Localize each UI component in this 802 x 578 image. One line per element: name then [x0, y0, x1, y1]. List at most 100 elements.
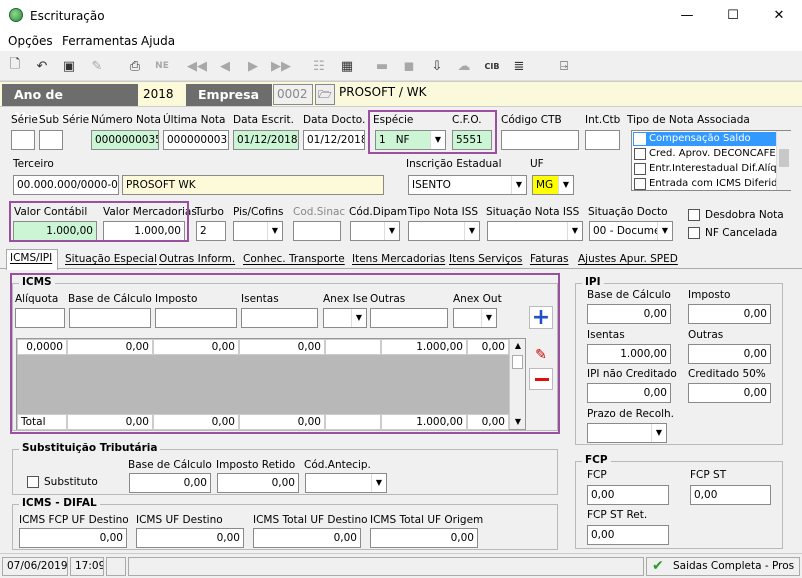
difal-fcp-field[interactable]: 0,00	[19, 528, 127, 548]
tipo-iss-select[interactable]: ▼	[408, 221, 480, 241]
cell-anex-out[interactable]: 0,00	[467, 339, 509, 355]
icms-isentas-field[interactable]	[241, 308, 318, 328]
chevron-down-icon[interactable]: ▼	[371, 474, 386, 492]
numero-nota-field[interactable]: 0000000035	[91, 130, 159, 150]
desdobra-checkbox[interactable]	[688, 209, 700, 221]
prev-icon[interactable]: ◀	[216, 57, 234, 75]
nfe-icon[interactable]: NE	[153, 57, 171, 75]
turbo-field[interactable]: 2	[196, 221, 226, 241]
checkbox[interactable]	[634, 133, 646, 145]
cell-outras[interactable]: 1.000,00	[381, 339, 467, 355]
ipi-base-field[interactable]: 0,00	[587, 304, 671, 324]
import-icon[interactable]: ⇩	[428, 57, 446, 75]
icms-outras-field[interactable]	[370, 308, 448, 328]
cell-imposto[interactable]: 0,00	[153, 339, 239, 355]
ipi-isentas-field[interactable]: 1.000,00	[587, 344, 671, 364]
clipboard-icon[interactable]: ◼	[400, 57, 418, 75]
next-icon[interactable]: ▶	[244, 57, 262, 75]
uf-select[interactable]: MG ▼	[532, 175, 574, 195]
ipi-imposto-field[interactable]: 0,00	[688, 304, 771, 324]
tab-outras-inform[interactable]: Outras Inform.	[156, 251, 238, 269]
anex-ise-select[interactable]: ▼	[323, 308, 367, 328]
fcp-st-ret-field[interactable]: 0,00	[587, 525, 669, 545]
chevron-down-icon[interactable]: ▼	[351, 309, 366, 327]
new-icon[interactable]: 🗋	[6, 57, 24, 75]
open-folder-icon[interactable]: 🗁	[315, 84, 335, 105]
tab-itens-servicos[interactable]: Itens Serviços	[446, 251, 525, 269]
tab-itens-mercadorias[interactable]: Itens Mercadorias	[349, 251, 448, 269]
menu-ferramentas[interactable]: Ferramentas	[62, 34, 138, 48]
cloud-icon[interactable]: ☁	[455, 57, 473, 75]
difal-total-dest-field[interactable]: 0,00	[253, 528, 361, 548]
list-item[interactable]: Entr.Interestadual Dif.Alíq	[633, 162, 776, 176]
list-scrollbar[interactable]	[776, 131, 791, 190]
serie-field[interactable]	[11, 130, 35, 150]
tipo-nota-list[interactable]: Compensação Saldo Cred. Aprov. DECONCAFE…	[631, 130, 791, 191]
ipi-nao-cred-field[interactable]: 0,00	[587, 383, 671, 403]
preview-icon[interactable]: ⎙	[126, 57, 144, 75]
difal-total-orig-field[interactable]: 0,00	[370, 528, 478, 548]
tab-ajustes-sped[interactable]: Ajustes Apur. SPED	[575, 251, 681, 269]
ipi-prazo-select[interactable]: ▼	[587, 423, 667, 443]
ano-field[interactable]: 2018	[140, 84, 182, 104]
st-base-field[interactable]: 0,00	[129, 473, 211, 493]
chevron-down-icon[interactable]: ▼	[267, 222, 282, 240]
ipi-outras-field[interactable]: 0,00	[688, 344, 771, 364]
cell-anex-ise[interactable]	[325, 339, 381, 355]
tab-icms-ipi[interactable]: ICMS/IPI	[6, 249, 58, 270]
fcp-field[interactable]: 0,00	[587, 485, 669, 505]
menu-ajuda[interactable]: Ajuda	[141, 34, 175, 48]
terceiro-name-field[interactable]: PROSOFT WK	[122, 175, 384, 195]
folder-icon[interactable]: ▬	[373, 57, 391, 75]
last-icon[interactable]: ▶▶	[271, 57, 291, 75]
table-row[interactable]: 0,0000 0,00 0,00 0,00 1.000,00 0,00	[17, 339, 509, 355]
icms-grid[interactable]: 0,0000 0,00 0,00 0,00 1.000,00 0,00 Tota…	[16, 338, 526, 430]
list-item[interactable]: Cred. Aprov. DECONCAFE	[633, 147, 776, 161]
chevron-down-icon[interactable]: ▼	[384, 222, 399, 240]
tree-icon[interactable]: ☷	[310, 57, 328, 75]
tab-faturas[interactable]: Faturas	[527, 251, 572, 269]
int-ctb-field[interactable]	[585, 130, 620, 150]
list-item[interactable]: Entrada com ICMS Diferido	[633, 177, 776, 191]
undo-icon[interactable]: ↶	[33, 57, 51, 75]
chevron-down-icon[interactable]: ▼	[511, 176, 526, 194]
st-retido-field[interactable]: 0,00	[217, 473, 299, 493]
calc-icon[interactable]: ▦	[338, 57, 356, 75]
codigo-ctb-field[interactable]	[501, 130, 579, 150]
maximize-button[interactable]: ☐	[710, 0, 756, 31]
ipi-cred50-field[interactable]: 0,00	[688, 383, 771, 403]
cell-isentas[interactable]: 0,00	[239, 339, 325, 355]
sit-iss-select[interactable]: ▼	[487, 221, 583, 241]
difal-dest-field[interactable]: 0,00	[136, 528, 244, 548]
chevron-down-icon[interactable]: ▼	[481, 309, 496, 327]
cod-dipam-select[interactable]: ▼	[350, 221, 400, 241]
grid-scrollbar[interactable]: ▲ ▼	[509, 339, 525, 429]
exit-icon[interactable]: ⍈	[555, 57, 573, 75]
cancelada-checkbox[interactable]	[688, 227, 700, 239]
ultima-nota-field[interactable]: 0000000035	[163, 130, 229, 150]
empresa-code-field[interactable]: 0002	[273, 84, 313, 105]
add-icon[interactable]: +	[529, 306, 553, 329]
inscricao-select[interactable]: ISENTO ▼	[408, 175, 527, 195]
list-icon[interactable]: ≣	[510, 57, 528, 75]
icms-imposto-field[interactable]	[155, 308, 237, 328]
wrench-icon[interactable]: ✎	[88, 57, 106, 75]
terceiro-cnpj-field[interactable]: 00.000.000/0000-00	[13, 175, 119, 195]
scroll-down-icon[interactable]: ▼	[510, 415, 526, 429]
checkbox[interactable]	[634, 178, 646, 190]
first-icon[interactable]: ◀◀	[187, 57, 207, 75]
chevron-down-icon[interactable]: ▼	[651, 424, 666, 442]
cell-aliquota[interactable]: 0,0000	[17, 339, 67, 355]
edit-icon[interactable]: ✎	[531, 347, 551, 365]
sub-serie-field[interactable]	[39, 130, 63, 150]
remove-icon[interactable]	[529, 368, 553, 390]
menu-opcoes[interactable]: Opções	[8, 34, 53, 48]
icms-base-field[interactable]	[69, 308, 151, 328]
cell-base[interactable]: 0,00	[67, 339, 153, 355]
chevron-down-icon[interactable]: ▼	[567, 222, 582, 240]
list-item[interactable]: Compensação Saldo	[633, 132, 776, 146]
chevron-down-icon[interactable]: ▼	[558, 176, 573, 194]
checkbox[interactable]	[634, 148, 646, 160]
scroll-thumb[interactable]	[512, 355, 523, 369]
scroll-thumb[interactable]	[779, 149, 789, 167]
